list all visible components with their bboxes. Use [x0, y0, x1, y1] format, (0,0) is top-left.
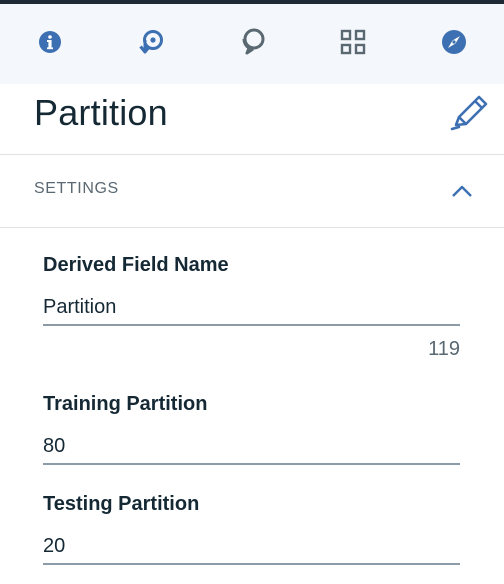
grid-icon: [340, 28, 366, 55]
section-title: SETTINGS: [34, 180, 119, 197]
toolbar: [0, 4, 504, 84]
pencil-icon: [450, 95, 488, 131]
settings-section-body: Derived Field Name 119 Training Partitio…: [0, 228, 504, 584]
training-partition-label: Training Partition: [43, 393, 208, 415]
info-button[interactable]: [34, 26, 66, 58]
explore-button[interactable]: [438, 26, 470, 58]
testing-partition-label: Testing Partition: [43, 493, 200, 515]
character-count: 119: [428, 338, 460, 360]
testing-partition-input[interactable]: [43, 529, 460, 565]
grid-button[interactable]: [337, 26, 369, 58]
chat-icon: [242, 28, 265, 55]
info-icon: [39, 31, 61, 53]
training-partition-input[interactable]: [43, 429, 460, 465]
edit-title-button[interactable]: [448, 92, 492, 132]
comment-button[interactable]: [236, 26, 268, 58]
reset-button[interactable]: [135, 26, 167, 58]
compass-icon: [442, 30, 466, 54]
properties-panel: Partition SETTINGS Derived Field Name 11…: [0, 84, 504, 584]
page-title: Partition: [34, 92, 168, 133]
collapse-button[interactable]: [446, 175, 478, 207]
derived-field-name-input[interactable]: [43, 290, 460, 326]
reset-icon: [139, 30, 163, 54]
settings-section-header[interactable]: SETTINGS: [0, 155, 504, 227]
panel-header: Partition: [0, 84, 504, 154]
derived-field-name-label: Derived Field Name: [43, 254, 229, 276]
chevron-up-icon: [452, 185, 472, 197]
